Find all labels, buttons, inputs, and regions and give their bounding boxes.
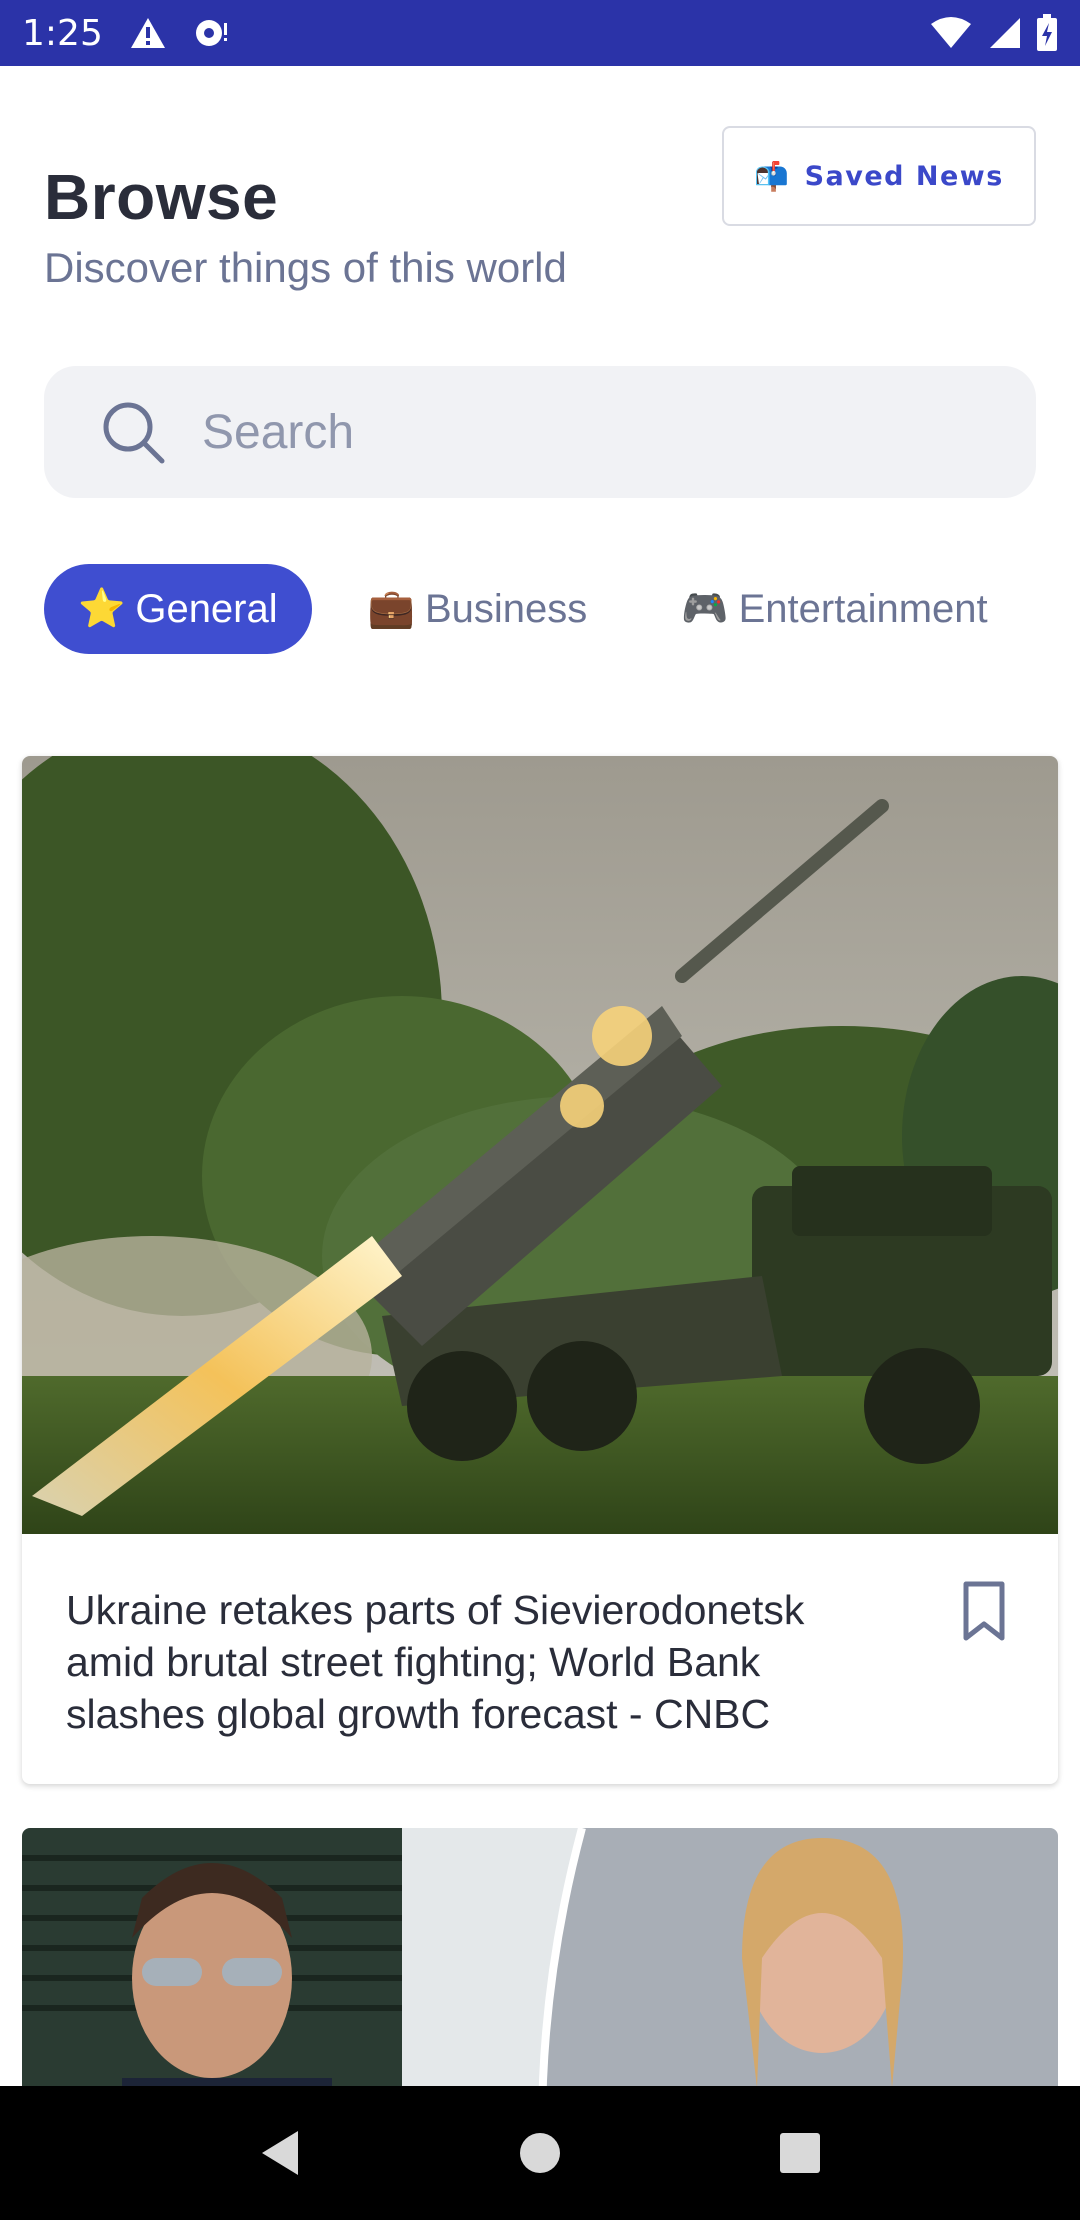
category-label: Business	[424, 586, 588, 631]
recents-button[interactable]	[760, 2113, 840, 2193]
news-image	[22, 1828, 1058, 2128]
status-bar: 1:25	[0, 0, 1080, 66]
notification-icon	[195, 20, 227, 46]
news-image	[22, 756, 1058, 1534]
category-label: General	[135, 586, 278, 631]
category-chip-business[interactable]: 💼 Business	[338, 564, 618, 654]
news-card[interactable]	[22, 1828, 1058, 2128]
star-icon: ⭐	[78, 588, 126, 630]
search-input[interactable]	[202, 404, 962, 460]
status-left: 1:25	[22, 13, 233, 54]
status-time: 1:25	[22, 12, 103, 54]
saved-news-label: Saved News	[804, 160, 1004, 192]
search-icon	[103, 402, 165, 464]
category-chips: ⭐ General 💼 Business 🎮 Entertainment	[44, 564, 1018, 654]
recents-icon	[780, 2133, 820, 2173]
category-label: Entertainment	[738, 586, 988, 631]
back-button[interactable]	[240, 2113, 320, 2193]
wifi-icon	[931, 17, 971, 48]
saved-news-button[interactable]: 📬 Saved News	[722, 126, 1036, 226]
status-right	[930, 14, 1058, 52]
home-icon	[520, 2133, 560, 2173]
news-card-body: Ukraine retakes parts of Sievierodonetsk…	[22, 1534, 1058, 1784]
category-chip-general[interactable]: ⭐ General	[44, 564, 312, 654]
battery-icon	[1037, 14, 1057, 51]
home-button[interactable]	[500, 2113, 580, 2193]
mailbox-icon: 📬	[754, 159, 791, 193]
warning-icon	[130, 18, 165, 48]
page-subtitle: Discover things of this world	[44, 244, 567, 291]
bookmark-icon[interactable]	[960, 1580, 1008, 1642]
category-chip-entertainment[interactable]: 🎮 Entertainment	[651, 564, 1017, 654]
signal-icon	[990, 18, 1020, 48]
search-bar[interactable]	[44, 366, 1036, 498]
navigation-bar	[0, 2086, 1080, 2220]
back-icon	[262, 2131, 298, 2175]
briefcase-icon: 💼	[367, 588, 415, 630]
news-card[interactable]: Ukraine retakes parts of Sievierodonetsk…	[22, 756, 1058, 1784]
news-title[interactable]: Ukraine retakes parts of Sievierodonetsk…	[66, 1584, 886, 1740]
game-controller-icon: 🎮	[681, 588, 729, 630]
